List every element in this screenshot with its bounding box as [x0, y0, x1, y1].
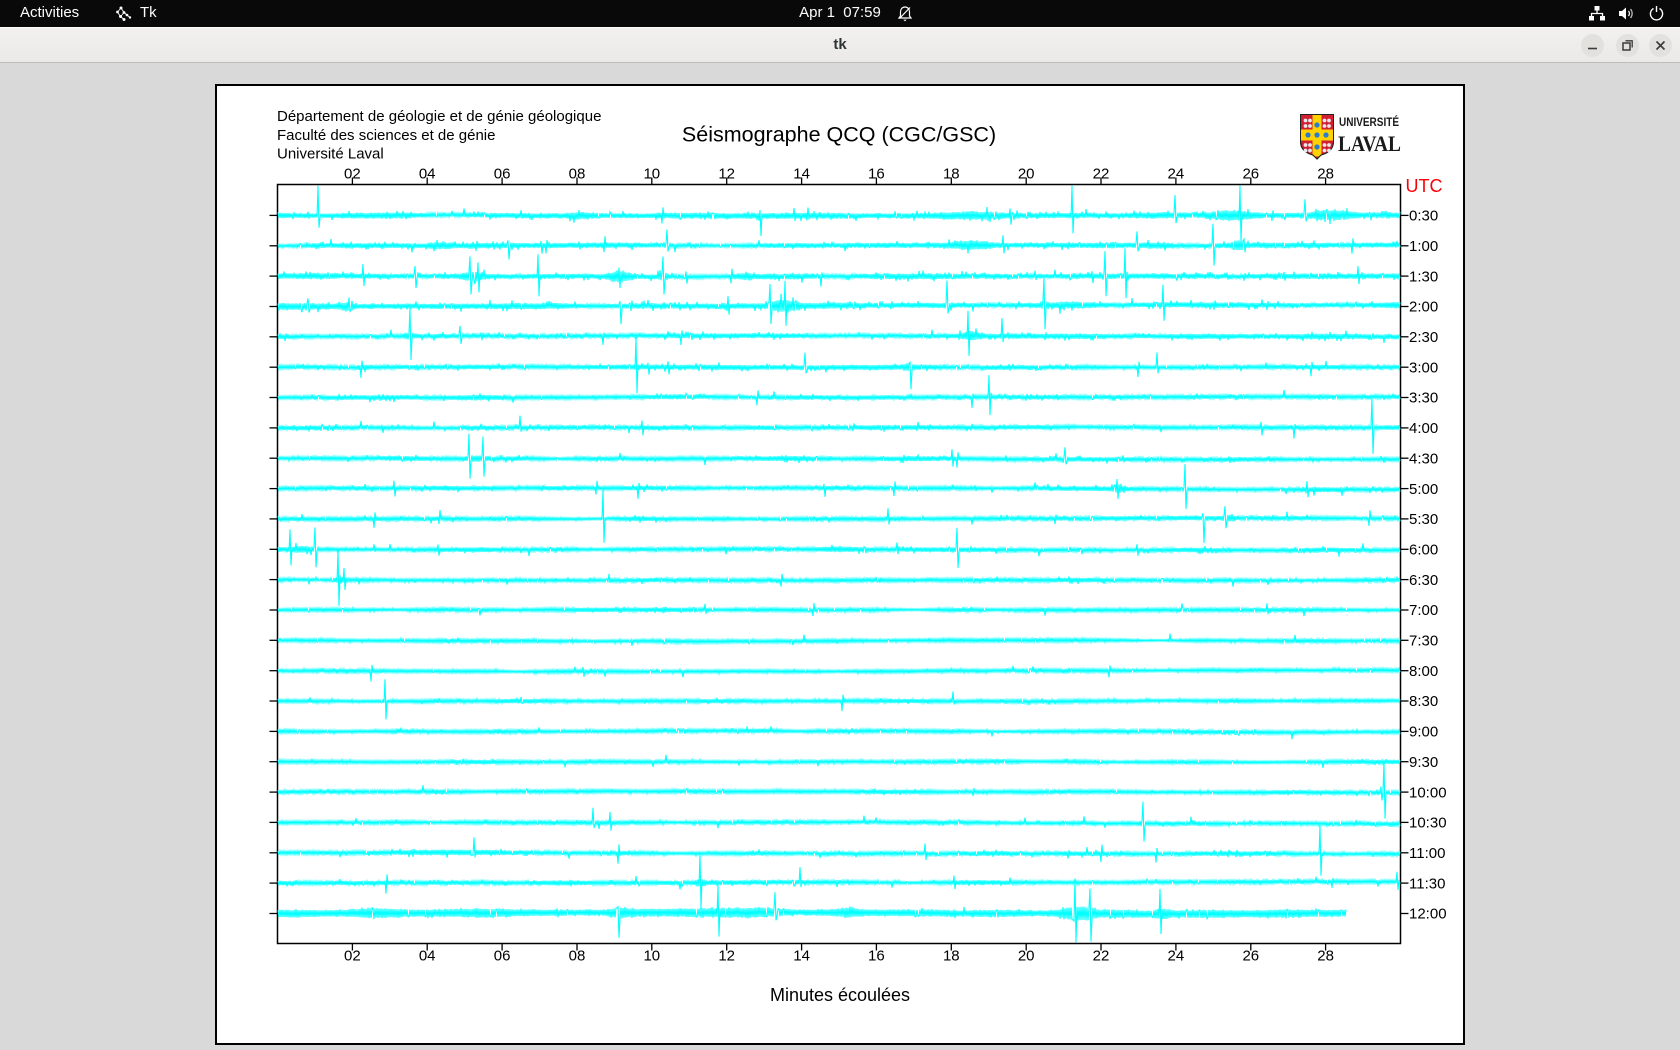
svg-text:16: 16	[868, 166, 885, 183]
svg-text:24: 24	[1168, 166, 1185, 183]
svg-text:Département de géologie et de: Département de géologie et de génie géol…	[277, 108, 601, 125]
svg-text:04: 04	[419, 166, 436, 183]
svg-text:18: 18	[943, 166, 960, 183]
svg-text:06: 06	[494, 948, 511, 965]
svg-text:02: 02	[344, 166, 361, 183]
svg-text:12: 12	[718, 948, 735, 965]
svg-text:4:30: 4:30	[1409, 450, 1438, 467]
svg-text:6:30: 6:30	[1409, 572, 1438, 589]
svg-text:2:00: 2:00	[1409, 299, 1438, 316]
svg-text:11:30: 11:30	[1409, 875, 1445, 892]
svg-text:5:00: 5:00	[1409, 481, 1438, 498]
svg-text:22: 22	[1093, 948, 1110, 965]
svg-text:26: 26	[1242, 166, 1259, 183]
svg-text:14: 14	[793, 948, 810, 965]
svg-text:9:30: 9:30	[1409, 754, 1438, 771]
svg-text:12:00: 12:00	[1409, 906, 1447, 923]
svg-text:0:30: 0:30	[1409, 208, 1438, 225]
svg-text:4:00: 4:00	[1409, 420, 1438, 437]
svg-text:20: 20	[1018, 948, 1035, 965]
svg-text:26: 26	[1242, 948, 1259, 965]
svg-text:5:30: 5:30	[1409, 511, 1438, 528]
svg-text:08: 08	[569, 948, 586, 965]
svg-text:Séismographe QCQ (CGC/GSC): Séismographe QCQ (CGC/GSC)	[682, 123, 996, 147]
svg-text:10:30: 10:30	[1409, 815, 1447, 832]
svg-text:UNIVERSITÉ: UNIVERSITÉ	[1339, 114, 1399, 129]
svg-text:10: 10	[643, 166, 660, 183]
svg-text:14: 14	[793, 166, 810, 183]
svg-text:UTC: UTC	[1406, 176, 1443, 196]
svg-text:1:00: 1:00	[1409, 238, 1438, 255]
svg-text:28: 28	[1317, 948, 1334, 965]
svg-text:7:30: 7:30	[1409, 633, 1438, 650]
svg-text:7:00: 7:00	[1409, 602, 1438, 619]
svg-text:6:00: 6:00	[1409, 542, 1438, 559]
svg-text:Université Laval: Université Laval	[277, 146, 384, 163]
svg-text:9:00: 9:00	[1409, 724, 1438, 741]
svg-text:18: 18	[943, 948, 960, 965]
svg-text:02: 02	[344, 948, 361, 965]
svg-text:06: 06	[494, 166, 511, 183]
svg-text:10:00: 10:00	[1409, 784, 1447, 801]
svg-text:11:00: 11:00	[1409, 845, 1445, 862]
svg-text:8:30: 8:30	[1409, 693, 1438, 710]
svg-text:LAVAL: LAVAL	[1338, 131, 1401, 156]
svg-text:3:30: 3:30	[1409, 390, 1438, 407]
svg-text:08: 08	[569, 166, 586, 183]
svg-text:12: 12	[718, 166, 735, 183]
svg-text:Faculté des sciences et de gén: Faculté des sciences et de génie	[277, 127, 495, 144]
svg-text:2:30: 2:30	[1409, 329, 1438, 346]
svg-text:24: 24	[1168, 948, 1185, 965]
svg-text:04: 04	[419, 948, 436, 965]
svg-text:Minutes écoulées: Minutes écoulées	[770, 985, 910, 1005]
svg-text:8:00: 8:00	[1409, 663, 1438, 680]
svg-text:1:30: 1:30	[1409, 268, 1438, 285]
svg-text:3:00: 3:00	[1409, 359, 1438, 376]
svg-text:16: 16	[868, 948, 885, 965]
svg-text:28: 28	[1317, 166, 1334, 183]
svg-text:22: 22	[1093, 166, 1110, 183]
svg-text:10: 10	[643, 948, 660, 965]
svg-text:20: 20	[1018, 166, 1035, 183]
